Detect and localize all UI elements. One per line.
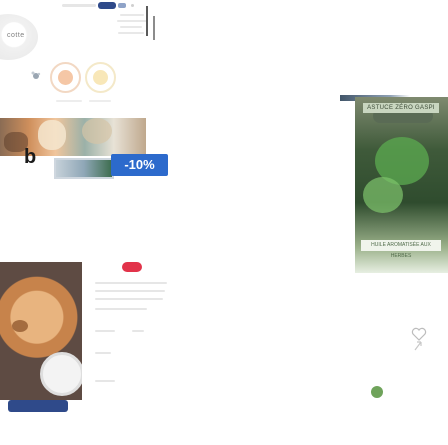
avatar[interactable]: cotte	[0, 14, 38, 60]
text-line	[95, 282, 167, 284]
promo-banner[interactable]	[0, 118, 146, 156]
share-icon[interactable]	[413, 340, 423, 352]
notification-badge	[371, 386, 383, 398]
food-detail	[12, 320, 28, 332]
jar-caption: HUILE AROMATISÉE AUX HERBES	[361, 240, 441, 259]
plate	[40, 352, 82, 396]
food-photo[interactable]	[0, 262, 82, 400]
food-cta-button[interactable]	[8, 400, 68, 412]
header-line	[120, 26, 142, 28]
story-avatar[interactable]	[50, 62, 81, 93]
text-line	[95, 308, 147, 310]
herb-leaf	[363, 177, 403, 213]
header-secondary-pill[interactable]	[118, 3, 126, 8]
discount-badge[interactable]: -10%	[111, 154, 168, 176]
product-thumbnail[interactable]	[54, 158, 114, 179]
story-avatar[interactable]	[85, 62, 116, 93]
divider	[153, 16, 155, 40]
jar-tag: ASTUCE ZÉRO GASPI	[363, 103, 439, 113]
text-line	[132, 330, 144, 332]
spark-icon[interactable]	[30, 70, 42, 82]
header-primary-pill[interactable]	[98, 2, 116, 9]
logo-b: b	[24, 146, 37, 168]
text-line	[95, 298, 163, 300]
text-line	[95, 290, 165, 292]
header-dot	[131, 4, 134, 7]
avatar-label: cotte	[7, 32, 25, 39]
header-line	[118, 32, 144, 34]
header-line	[117, 20, 147, 22]
banner-food	[38, 120, 66, 150]
header-brand	[62, 4, 96, 7]
header-line	[120, 14, 144, 16]
text-line	[95, 352, 111, 354]
status-badge	[122, 262, 142, 272]
divider	[146, 6, 148, 36]
banner-food	[82, 118, 112, 144]
text-line	[95, 330, 115, 332]
text-line	[95, 380, 115, 382]
